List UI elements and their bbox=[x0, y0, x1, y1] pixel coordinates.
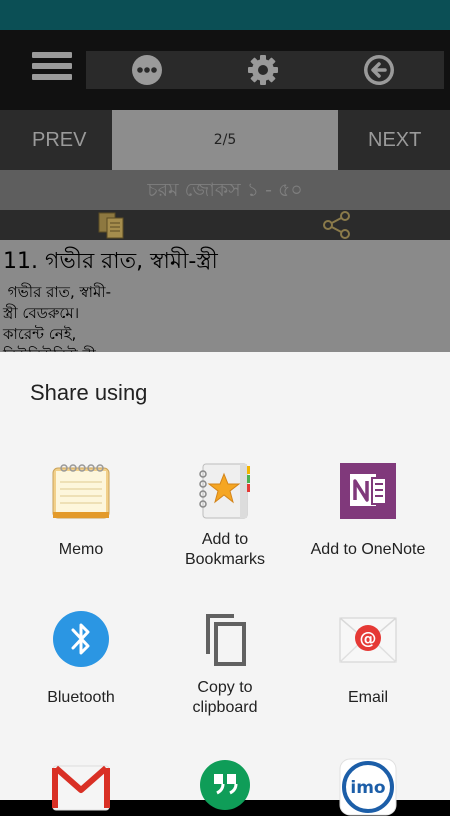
hangouts-icon bbox=[200, 760, 250, 810]
share-option-label: Copy to clipboard bbox=[192, 679, 258, 716]
back-arrow-icon[interactable] bbox=[363, 54, 395, 86]
joke-content: 11. গভীর রাত, স্বামী-স্ত্রী গভীর রাত, স্… bbox=[0, 240, 450, 352]
joke-body: গভীর রাত, স্বামী- স্ত্রী বেডরুমে। কারেন্… bbox=[3, 283, 111, 352]
email-icon: @ bbox=[339, 617, 397, 663]
more-dots-icon[interactable] bbox=[131, 54, 163, 86]
svg-text:@: @ bbox=[360, 629, 377, 649]
bluetooth-icon bbox=[53, 611, 109, 667]
share-sheet-title: Share using bbox=[30, 380, 148, 405]
share-option-label: Add to OneNote bbox=[310, 541, 426, 558]
share-option-label: Add to Bookmarks bbox=[184, 531, 266, 568]
status-bar bbox=[0, 0, 450, 30]
next-button[interactable]: NEXT bbox=[368, 110, 421, 170]
joke-title: 11. গভীর রাত, স্বামী-স্ত্রী bbox=[3, 249, 218, 274]
share-icon[interactable] bbox=[321, 210, 353, 240]
gear-icon[interactable] bbox=[247, 54, 279, 86]
page-indicator: 2/5 bbox=[112, 110, 338, 170]
share-option-label: Memo bbox=[58, 541, 104, 558]
prev-button[interactable]: PREV bbox=[32, 110, 86, 170]
imo-icon: imo bbox=[339, 758, 397, 816]
share-option-label: Bluetooth bbox=[47, 689, 115, 706]
action-row bbox=[0, 210, 450, 240]
category-title: চরম জোকস ১ - ৫০ bbox=[0, 170, 450, 210]
onenote-icon bbox=[340, 463, 396, 519]
toolbar bbox=[0, 30, 450, 110]
svg-text:imo: imo bbox=[350, 778, 385, 798]
toolbar-icon-strip bbox=[86, 51, 444, 89]
share-option-label: Email bbox=[347, 689, 388, 706]
bookmarks-star-icon bbox=[199, 463, 250, 519]
share-sheet: Share using Memo Add to Bookmarks Add to… bbox=[0, 352, 450, 816]
hamburger-menu-icon[interactable] bbox=[32, 52, 72, 88]
gmail-icon bbox=[52, 765, 110, 811]
memo-notepad-icon bbox=[52, 464, 110, 519]
copy-clipboard-icon bbox=[206, 614, 246, 666]
pager: PREV 2/5 NEXT bbox=[0, 110, 450, 170]
copy-icon[interactable] bbox=[98, 212, 126, 239]
